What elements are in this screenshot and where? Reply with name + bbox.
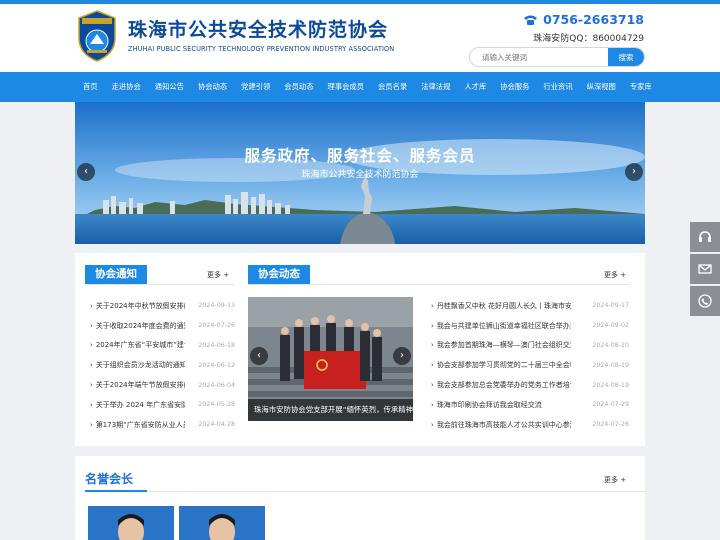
notices-list: ›关于2024年中秋节放假安排的通知2024-09-13 ›关于收取2024年度… xyxy=(90,296,235,435)
main-nav: 首页 走进协会 通知公告 协会动态 党建引领 会员动态 理事会成员 会员名录 法… xyxy=(0,72,720,102)
search-input[interactable] xyxy=(470,48,610,66)
nav-item-view[interactable]: 纵深视图 xyxy=(580,82,623,92)
honorary-president-photo[interactable] xyxy=(179,506,265,540)
notices-section-title: 协会通知 xyxy=(85,265,147,284)
list-item[interactable]: ›丹桂飘香又中秋 花好月圆人长久丨珠海市安防协会2024-09-17 xyxy=(431,296,629,316)
phone-number: 0756-2663718 xyxy=(543,12,644,27)
nav-item-member-news[interactable]: 会员动态 xyxy=(277,82,320,92)
notices-divider xyxy=(85,284,235,285)
honorary-president-photo[interactable] xyxy=(88,506,174,540)
association-logo-icon[interactable] xyxy=(77,10,117,62)
phone-contact: 0756-2663718 xyxy=(523,12,644,27)
customer-service-button[interactable] xyxy=(690,222,720,252)
nav-item-member-list[interactable]: 会员名录 xyxy=(371,82,414,92)
list-item[interactable]: ›关于2024年中秋节放假安排的通知2024-09-13 xyxy=(90,296,235,316)
nav-item-experts[interactable]: 专家库 xyxy=(623,82,659,92)
list-item[interactable]: › 关于组织会员沙龙活动的通知 2024-06-12 xyxy=(90,355,235,375)
banner-next-arrow-icon[interactable]: › xyxy=(625,163,643,181)
nav-item-home[interactable]: 首页 xyxy=(76,82,105,92)
news-photo-carousel[interactable]: ‹ › 珠海市安防协会党支部开展“缅怀英烈，传承精神”主题党日活动 xyxy=(248,297,413,421)
headset-icon xyxy=(699,231,711,242)
phone-icon xyxy=(524,15,538,25)
site-title: 珠海市公共安全技术防范协会 xyxy=(128,19,389,41)
list-item[interactable]: ›关于举办 2024 年广东省安防行业培训2024-05-28 xyxy=(90,395,235,415)
nav-item-talent[interactable]: 人才库 xyxy=(457,82,493,92)
honorary-section-title: 名誉会长 xyxy=(85,472,134,486)
news-section-title: 协会动态 xyxy=(248,265,310,284)
news-more-link[interactable]: 更多 + xyxy=(604,270,626,280)
news-list: ›丹桂飘香又中秋 花好月圆人长久丨珠海市安防协会2024-09-17 ›我会与共… xyxy=(431,296,629,435)
qq-contact: 珠海安防QQ：860004729 xyxy=(533,34,644,44)
banner-title: 服务政府、服务社会、服务会员 xyxy=(244,147,476,165)
list-item[interactable]: › 我会支部参加总会党委举办的党务工作者培训 2024-08-19 xyxy=(431,375,629,395)
nav-item-about[interactable]: 走进协会 xyxy=(105,82,148,92)
photo-next-arrow-icon[interactable]: › xyxy=(393,347,411,365)
nav-item-services[interactable]: 协会服务 xyxy=(493,82,536,92)
photo-prev-arrow-icon[interactable]: ‹ xyxy=(250,347,268,365)
floating-toolbar xyxy=(690,222,720,318)
notices-more-link[interactable]: 更多 + xyxy=(207,270,229,280)
honorary-more-link[interactable]: 更多 + xyxy=(604,475,626,485)
search-button[interactable]: 搜索 xyxy=(608,48,644,66)
list-item[interactable]: › 我会与共建单位狮山街道幸福社区联合举办活动 2024-09-02 xyxy=(431,316,629,336)
mail-icon xyxy=(698,264,712,274)
site-header: 珠海市公共安全技术防范协会 ZHUHAI PUBLIC SECURITY TEC… xyxy=(0,4,720,72)
search-box: 搜索 xyxy=(469,47,645,67)
list-item[interactable]: ›我会参加首期珠海—横琴—澳门社会组织交流活动2024-08-20 xyxy=(431,336,629,356)
site-subtitle: ZHUHAI PUBLIC SECURITY TECHNOLOGY PREVEN… xyxy=(128,45,395,53)
phone-button[interactable] xyxy=(690,286,720,316)
list-item[interactable]: › 珠海市印刷协会拜访我会取经交流 2024-07-29 xyxy=(431,395,629,415)
email-button[interactable] xyxy=(690,254,720,284)
portrait-image xyxy=(179,506,265,540)
honorary-divider xyxy=(85,491,645,492)
honorary-divider-accent xyxy=(85,490,147,492)
list-item[interactable]: ›第173期“广东省安防从业人员培训班”2024-04-28 xyxy=(90,415,235,435)
nav-item-council[interactable]: 理事会成员 xyxy=(321,82,371,92)
nav-item-laws[interactable]: 法律法规 xyxy=(414,82,457,92)
list-item[interactable]: ›关于2024年端午节放假安排的通知2024-06-04 xyxy=(90,375,235,395)
list-item[interactable]: ›2024年广东省“平安城市”建设工作会议2024-06-18 xyxy=(90,336,235,356)
banner-subtitle: 珠海市公共安全技术防范协会 xyxy=(301,170,419,180)
photo-caption[interactable]: 珠海市安防协会党支部开展“缅怀英烈，传承精神”主题党日活动 xyxy=(248,399,413,421)
hero-banner[interactable]: 服务政府、服务社会、服务会员 珠海市公共安全技术防范协会 ‹ › xyxy=(75,102,645,244)
nav-item-party[interactable]: 党建引领 xyxy=(234,82,277,92)
phone-call-icon xyxy=(698,294,712,308)
banner-prev-arrow-icon[interactable]: ‹ xyxy=(77,163,95,181)
nav-item-news[interactable]: 协会动态 xyxy=(191,82,234,92)
list-item[interactable]: › 协会支部参加学习贯彻党的二十届三中全会精神 2024-08-19 xyxy=(431,355,629,375)
news-divider xyxy=(248,284,630,285)
nav-item-notices[interactable]: 通知公告 xyxy=(148,82,191,92)
list-item[interactable]: › 关于收取2024年度会费的通知 2024-07-26 xyxy=(90,316,235,336)
nav-item-industry[interactable]: 行业资讯 xyxy=(536,82,579,92)
portrait-image xyxy=(88,506,174,540)
list-item[interactable]: › 我会前往珠海市高技能人才公共实训中心参观 2024-07-26 xyxy=(431,415,629,435)
